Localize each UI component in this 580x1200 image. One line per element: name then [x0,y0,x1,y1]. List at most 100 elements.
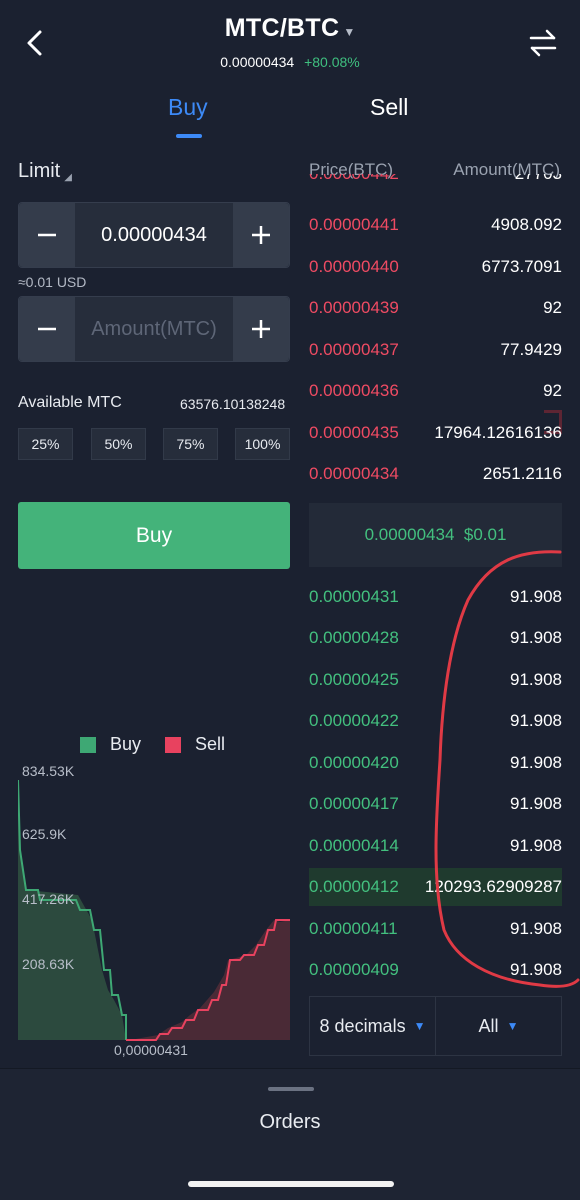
percent-75-button[interactable]: 75% [163,428,218,460]
mid-price-bar[interactable]: 0.00000434 $0.01 [309,503,562,567]
ask-price: 0.00000435 [309,423,399,442]
bid-price: 0.00000420 [309,753,399,772]
percent-50-button[interactable]: 50% [91,428,146,460]
drag-handle[interactable] [268,1087,314,1091]
bid-price: 0.00000417 [309,794,399,813]
bid-amount: 91.908 [510,794,562,813]
bid-price: 0.00000428 [309,628,399,647]
ask-row[interactable]: 0.00000441 4908.092 [309,210,562,240]
bid-row[interactable]: 0.00000417 91.908 [309,789,562,819]
swap-icon[interactable] [528,28,558,58]
ask-price: 0.00000442 [309,174,399,184]
bid-price: 0.00000412 [309,877,399,896]
ask-amount: 92 [543,298,562,317]
bid-row[interactable]: 0.00000425 91.908 [309,665,562,695]
bid-price: 0.00000414 [309,836,399,855]
ask-price: 0.00000434 [309,464,399,483]
home-indicator [188,1181,394,1187]
orders-button[interactable]: Orders [0,1111,580,1134]
amount-input[interactable]: Amount(MTC) [75,297,233,361]
filter-label: All [478,1015,499,1036]
bid-row[interactable]: 0.00000431 91.908 [309,582,562,612]
price-increase-button[interactable] [233,203,289,267]
mid-usd: $0.01 [463,525,507,544]
ask-row[interactable]: 0.00000435 17964.12616136 [309,418,562,448]
ask-price: 0.00000437 [309,340,399,359]
bid-row[interactable]: 0.00000428 91.908 [309,623,562,653]
ask-amount: 17964.12616136 [434,423,562,442]
bid-row[interactable]: 0.00000422 91.908 [309,706,562,736]
bid-amount: 91.908 [510,711,562,730]
available-label: Available MTC [18,394,122,411]
bid-row[interactable]: 0.00000411 91.908 [309,914,562,944]
ask-amount: 6773.7091 [481,257,562,276]
mid-price: 0.00000434 [364,525,455,544]
book-controls: 8 decimals ▼ All ▼ [309,996,562,1056]
ask-amount: 92 [543,381,562,400]
ask-amount: 27703 [515,174,562,184]
ticker: 0.00000434 +80.08% [0,54,580,70]
filter-dropdown[interactable]: All ▼ [435,997,561,1055]
header: MTC/BTC ▼ 0.00000434 +80.08% [0,0,580,90]
ask-row[interactable]: 0.00000439 92 [309,293,562,323]
bid-amount: 91.908 [510,628,562,647]
submit-buy-button[interactable]: Buy [18,502,290,569]
order-type-label: Limit [18,160,61,182]
bid-amount: 91.908 [510,919,562,938]
percent-25-button[interactable]: 25% [18,428,73,460]
bid-amount: 91.908 [510,753,562,772]
price-input[interactable]: 0.00000434 [75,203,233,267]
ask-price: 0.00000439 [309,298,399,317]
ask-amount: 77.9429 [500,340,562,359]
pair-selector[interactable]: MTC/BTC ▼ [0,14,580,43]
bid-row[interactable]: 0.00000412 120293.62909287 [309,868,562,906]
bid-amount: 91.908 [510,587,562,606]
tab-buy[interactable]: Buy [168,94,208,121]
buy-sell-tabs: Buy Sell [0,92,580,142]
order-type-selector[interactable]: Limit ◢ [18,160,72,183]
decimals-dropdown[interactable]: 8 decimals ▼ [310,997,435,1055]
ask-row[interactable]: 0.00000440 6773.7091 [309,252,562,282]
price-stepper: 0.00000434 [18,202,290,268]
bid-row[interactable]: 0.00000420 91.908 [309,748,562,778]
y-tick-label: 834.53K [22,763,75,779]
bid-amount: 91.908 [510,836,562,855]
amount-stepper: Amount(MTC) [18,296,290,362]
usd-estimate: ≈0.01 USD [18,274,87,290]
bottom-sheet: Orders [0,1068,580,1200]
y-tick-label: 417.26K [22,891,75,907]
bid-row[interactable]: 0.00000414 91.908 [309,831,562,861]
bid-price: 0.00000411 [309,919,398,938]
amount-decrease-button[interactable] [19,297,75,361]
ask-amount: 4908.092 [491,215,562,234]
minus-icon [38,327,56,331]
bid-amount: 120293.62909287 [424,877,562,896]
tab-active-indicator [176,134,202,138]
plus-icon [252,320,270,338]
bid-amount: 91.908 [510,960,562,979]
ask-price: 0.00000436 [309,381,399,400]
tab-sell[interactable]: Sell [370,94,408,121]
bid-row[interactable]: 0.00000409 91.908 [309,955,562,985]
caret-down-icon: ▼ [343,24,356,39]
amount-increase-button[interactable] [233,297,289,361]
ask-amount: 2651.2116 [482,464,562,483]
ask-row[interactable]: 0.00000437 77.9429 [309,335,562,365]
percent-100-button[interactable]: 100% [235,428,290,460]
legend-buy-label: Buy [110,734,142,754]
ask-row-partial[interactable]: 0.00000442 27703 [309,174,562,192]
ask-row[interactable]: 0.00000436 92 [309,376,562,406]
depth-chart-svg [17,779,290,1041]
legend-sell-swatch [165,736,182,753]
x-tick-label: 0,00000431 [114,1042,188,1058]
ask-row[interactable]: 0.00000434 2651.2116 [309,459,562,489]
bid-price: 0.00000431 [309,587,399,606]
minus-icon [38,233,56,237]
bid-amount: 91.908 [510,670,562,689]
triangle-down-icon: ▼ [506,1019,519,1033]
ask-price: 0.00000440 [309,257,399,276]
legend-buy-swatch [80,736,96,753]
price-change: +80.08% [304,54,360,70]
price-decrease-button[interactable] [19,203,75,267]
bid-price: 0.00000425 [309,670,399,689]
